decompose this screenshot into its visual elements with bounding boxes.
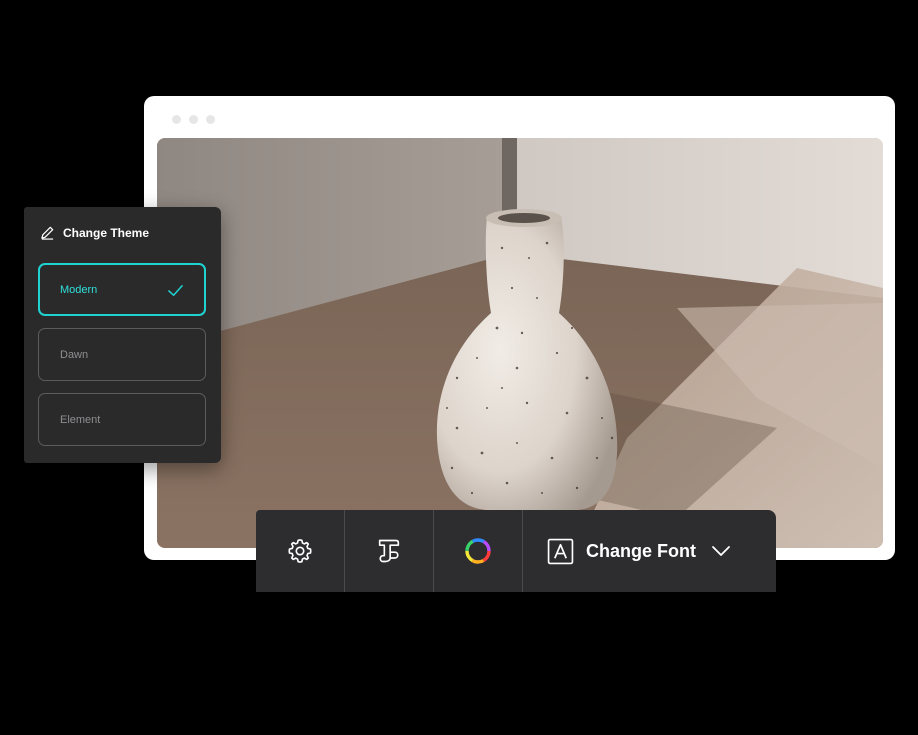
color-button[interactable] — [434, 510, 523, 592]
theme-panel-header: Change Theme — [40, 225, 149, 240]
check-icon — [168, 285, 183, 296]
font-icon — [547, 538, 574, 564]
vase-photo — [157, 138, 883, 548]
gear-icon — [288, 539, 312, 563]
text-style-button[interactable] — [345, 510, 434, 592]
change-font-button[interactable]: Change Font — [523, 510, 776, 592]
theme-panel: Change Theme Modern Dawn Element — [24, 207, 221, 463]
settings-button[interactable] — [256, 510, 345, 592]
window-dot-minimize[interactable] — [189, 115, 198, 124]
theme-option-element[interactable]: Element — [38, 393, 206, 446]
text-style-icon — [378, 539, 400, 563]
theme-option-label: Element — [60, 413, 101, 426]
editor-toolbar: Change Font — [256, 510, 776, 592]
theme-option-label: Modern — [60, 283, 98, 296]
theme-option-modern[interactable]: Modern — [38, 263, 206, 316]
change-font-label: Change Font — [586, 540, 696, 561]
theme-panel-title: Change Theme — [63, 225, 150, 240]
window-dot-maximize[interactable] — [206, 115, 215, 124]
color-wheel-icon — [465, 538, 491, 564]
theme-option-dawn[interactable]: Dawn — [38, 328, 206, 381]
chevron-down-icon — [712, 546, 730, 556]
hero-image — [157, 138, 883, 548]
pencil-icon — [41, 226, 54, 240]
window-dot-close[interactable] — [172, 115, 181, 124]
window-controls — [172, 115, 215, 124]
theme-option-label: Dawn — [60, 348, 89, 361]
